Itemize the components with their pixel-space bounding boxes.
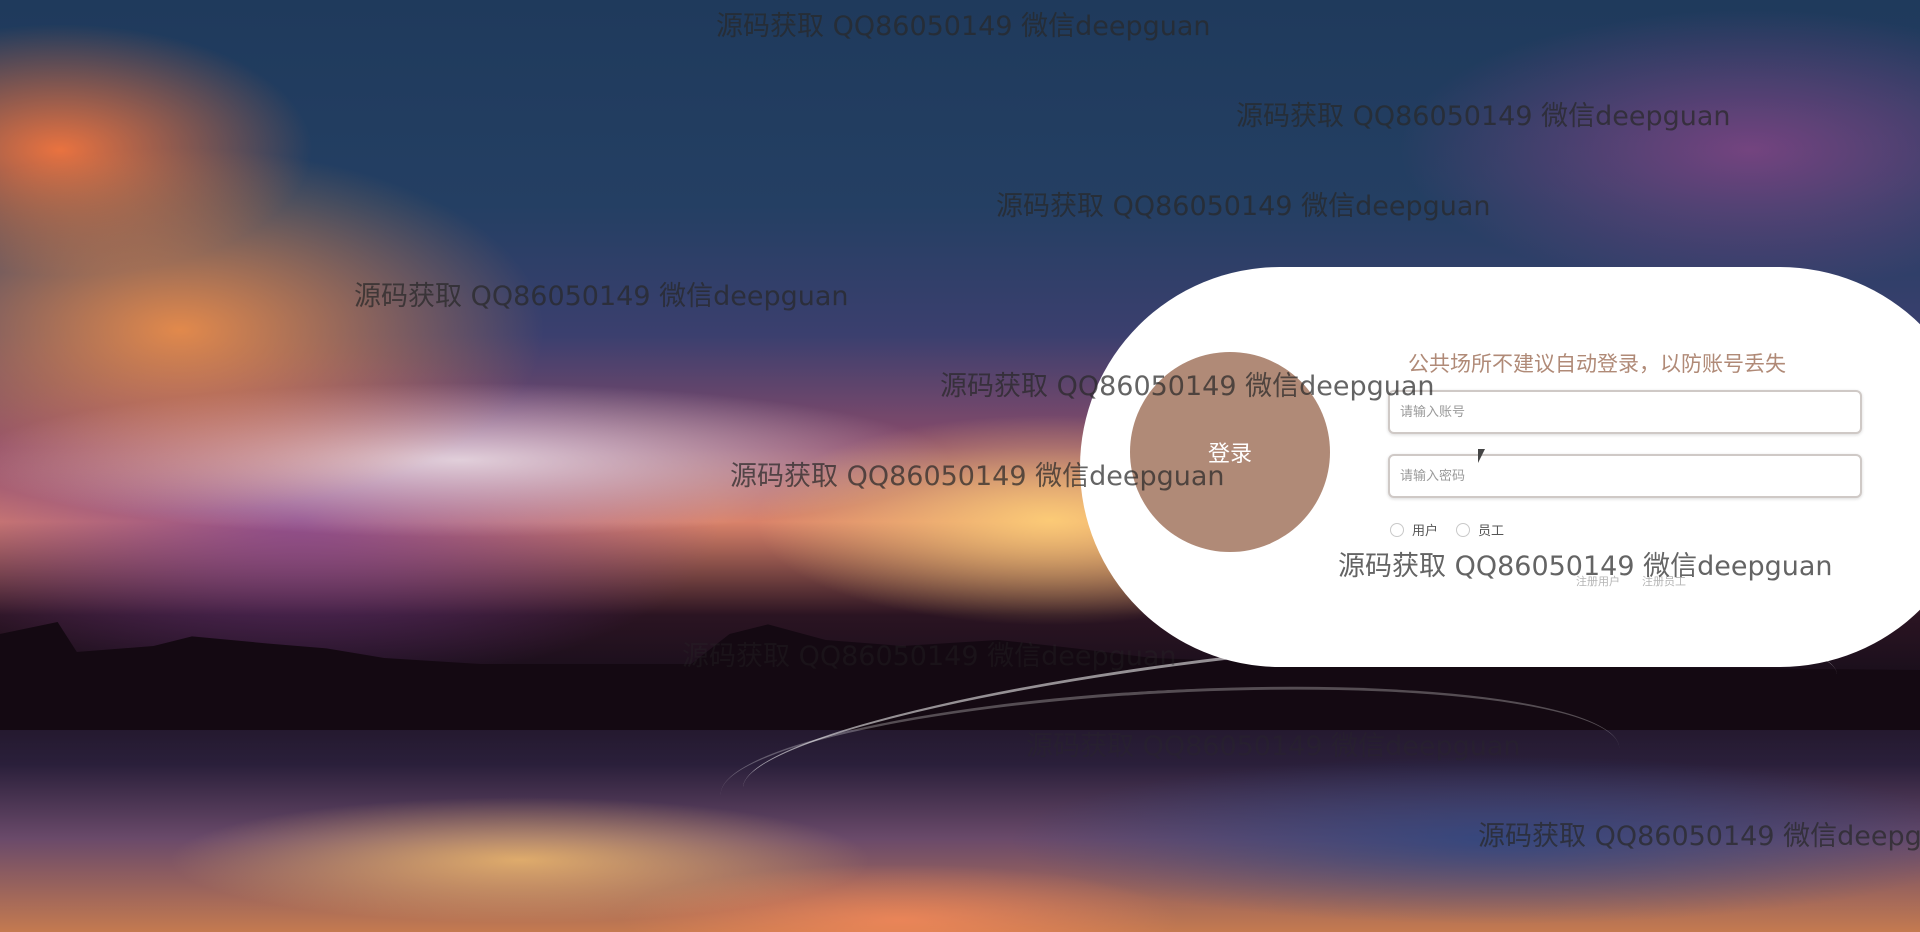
watermark-text: 源码获取 QQ86050149 微信deepguan: [1026, 731, 1521, 762]
watermark-text: 源码获取 QQ86050149 微信deepguan: [1478, 821, 1920, 852]
role-user-label: 用户: [1412, 524, 1439, 539]
watermark-text: 源码获取 QQ86050149 微信deepguan: [682, 641, 1177, 672]
role-staff-label: 员工: [1478, 524, 1505, 539]
mouse-cursor-icon: [1478, 449, 1485, 463]
role-staff-radio[interactable]: [1456, 522, 1471, 537]
security-tip: 公共场所不建议自动登录，以防账号丢失: [1408, 352, 1786, 376]
account-input[interactable]: [1388, 390, 1862, 434]
password-input[interactable]: [1388, 454, 1862, 498]
role-selector: 用户 员工: [1390, 520, 1514, 539]
watermark-text: 源码获取 QQ86050149 微信deepguan: [716, 11, 1211, 42]
role-user-radio[interactable]: [1390, 522, 1404, 537]
watermark-text: 源码获取 QQ86050149 微信deepguan: [996, 191, 1491, 222]
watermark-text: 源码获取 QQ86050149 微信deepguan: [354, 281, 849, 312]
watermark-text: 源码获取 QQ86050149 微信deepguan: [1236, 101, 1731, 132]
watermark-text: 源码获取 QQ86050149 微信deepguan: [730, 461, 1225, 492]
watermark-text: 源码获取 QQ86050149 微信deepguan: [1338, 551, 1833, 582]
watermark-text: 源码获取 QQ86050149 微信deepguan: [940, 371, 1435, 402]
